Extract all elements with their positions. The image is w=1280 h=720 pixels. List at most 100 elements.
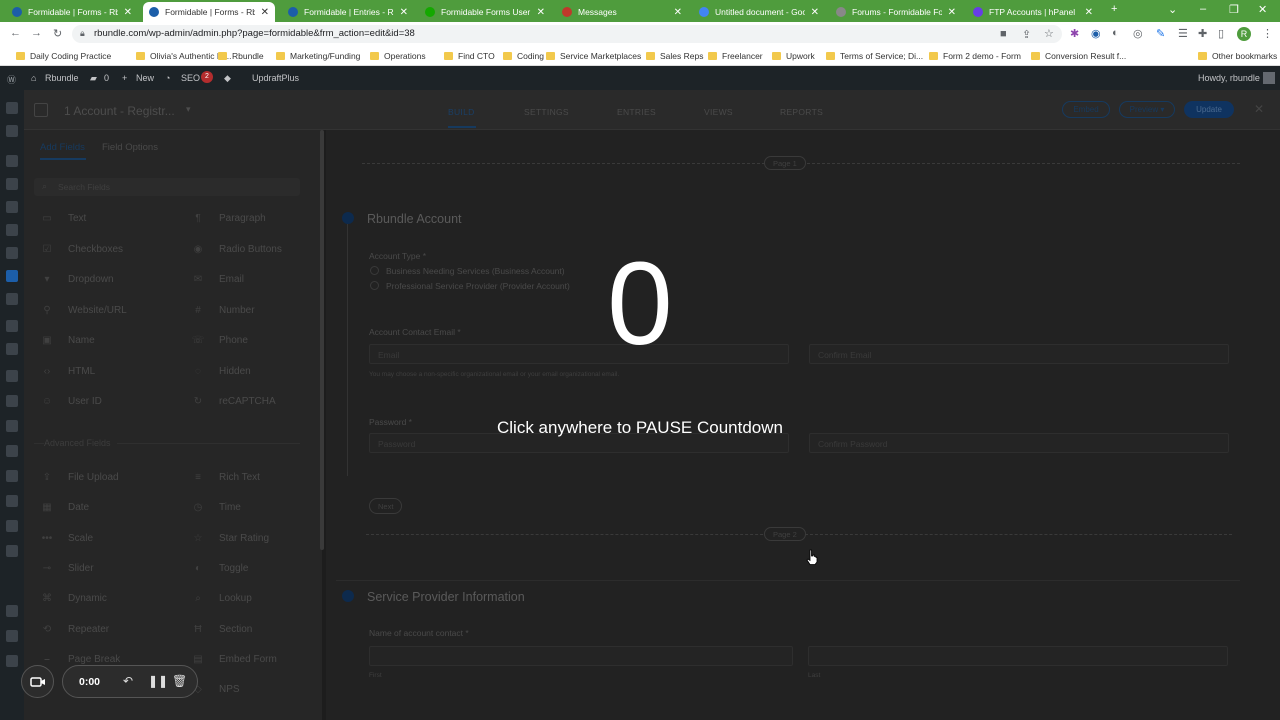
tools-icon[interactable] [6,395,18,407]
field-type-nps[interactable]: ◇ NPS [191,684,239,695]
field-type-dropdown[interactable]: ▾ Dropdown [40,274,113,285]
section-title-service-provider[interactable]: Service Provider Information [367,590,525,604]
pages-icon[interactable] [6,201,18,213]
views-menu-icon[interactable] [6,293,18,305]
field-type-number[interactable]: # Number [191,305,254,316]
sidepanel-icon[interactable]: ▯ [1218,27,1224,40]
tab-reports[interactable]: REPORTS [780,107,823,117]
panel-scrollbar[interactable] [320,130,324,550]
field-type-rich-text[interactable]: ≡ Rich Text [191,472,260,483]
menu-icon[interactable] [6,605,18,617]
menu-icon[interactable] [6,520,18,532]
browser-tab[interactable]: Formidable Forms User Re ✕ [419,2,551,22]
field-type-email[interactable]: ✉ Email [191,274,244,285]
field-type-repeater[interactable]: ⟲ Repeater [40,624,109,635]
page-1-pill[interactable]: Page 1 [764,156,806,170]
wordpress-logo-icon[interactable]: Ⓦ [7,73,16,86]
close-tab-icon[interactable]: ✕ [124,7,132,18]
tab-settings[interactable]: SETTINGS [524,107,569,117]
bookmark-item[interactable]: Rbundle [218,51,264,61]
browser-tab[interactable]: Untitled document - Goog ✕ [693,2,825,22]
extension-icon[interactable]: ☰ [1178,27,1188,40]
camera-toggle-button[interactable] [21,665,54,698]
profile-avatar[interactable]: R [1237,27,1251,41]
bookmark-item[interactable]: Sales Reps [646,51,703,61]
restore-icon[interactable]: ❐ [1229,3,1239,16]
page-2-pill[interactable]: Page 2 [764,527,806,541]
form-title[interactable]: 1 Account - Registr... [64,104,175,118]
tab-entries[interactable]: ENTRIES [617,107,656,117]
tab-views[interactable]: VIEWS [704,107,733,117]
plugins-icon[interactable] [6,343,18,355]
field-type-scale[interactable]: ••• Scale [40,533,93,544]
browser-tab[interactable]: Formidable | Entries - Rbu ✕ [282,2,414,22]
field-type-website-url[interactable]: ⚲ Website/URL [40,305,126,316]
menu-icon[interactable] [6,495,18,507]
feedback-icon[interactable] [6,247,18,259]
confirm-email-field[interactable]: Confirm Email [809,344,1229,364]
close-tab-icon[interactable]: ✕ [1085,7,1093,18]
trash-icon[interactable]: 🗑︎ [172,674,187,688]
updraftplus-link[interactable]: UpdraftPlus [252,73,299,83]
field-type-lookup[interactable]: ⌕ Lookup [191,593,252,604]
comments-icon[interactable]: ▰ [90,73,97,84]
tab-search-icon[interactable]: ⌄ [1168,3,1177,16]
field-type-file-upload[interactable]: ⇪ File Upload [40,472,119,483]
bookmark-item[interactable]: Freelancer [708,51,763,61]
bookmark-item[interactable]: Operations [370,51,426,61]
users-icon[interactable] [6,370,18,382]
field-type-paragraph[interactable]: ¶ Paragraph [191,213,265,224]
bookmark-item[interactable]: Form 2 demo - Form [929,51,1021,61]
extension-icon[interactable]: ✱ [1070,27,1079,40]
new-content-link[interactable]: New [136,73,154,83]
menu-icon[interactable]: ⋮ [1262,27,1273,40]
radio-business[interactable] [370,266,379,275]
menu-icon[interactable] [6,470,18,482]
field-type-checkboxes[interactable]: ☑ Checkboxes [40,244,124,255]
field-type-html[interactable]: ‹› HTML [40,366,96,377]
browser-tab[interactable]: Formidable | Forms - Rbun ✕ [143,2,275,22]
reload-icon[interactable]: ↻ [53,27,62,40]
extension-icon[interactable]: ✎ [1156,27,1165,40]
section-title-rbundle-account[interactable]: Rbundle Account [367,212,462,226]
field-type-time[interactable]: ◷ Time [191,502,241,513]
close-tab-icon[interactable]: ✕ [400,7,408,18]
field-type-star-rating[interactable]: ☆ Star Rating [191,533,270,544]
site-name-link[interactable]: Rbundle [45,73,79,83]
puzzle-icon[interactable]: ✚ [1198,27,1207,40]
seo-menu-icon[interactable] [6,125,18,137]
browser-tab[interactable]: FTP Accounts | hPanel ✕ [967,2,1099,22]
undo-icon[interactable]: ↶ [123,674,133,688]
updraft-menu-icon[interactable] [6,445,18,457]
bookmark-item[interactable]: Terms of Service; Di... [826,51,923,61]
appearance-icon[interactable] [6,320,18,332]
last-name-field[interactable] [808,646,1228,666]
next-button[interactable]: Next [369,498,403,514]
embed-button[interactable]: Embed [1062,101,1110,118]
field-type-toggle[interactable]: ◐ Toggle [191,563,249,574]
media-icon[interactable] [6,178,18,190]
comments-menu-icon[interactable] [6,224,18,236]
field-type-dynamic[interactable]: ⌘ Dynamic [40,593,107,604]
field-type-text[interactable]: ▭ Text [40,213,86,224]
radio-business-label[interactable]: Business Needing Services (Business Acco… [386,266,565,276]
field-type-radio-buttons[interactable]: ◉ Radio Buttons [191,244,282,255]
bookmark-item[interactable]: Conversion Result f... [1031,51,1126,61]
bookmark-item[interactable]: Daily Coding Practice [16,51,111,61]
extension-icon[interactable]: ◉ [1091,27,1101,40]
field-type-phone[interactable]: ☏ Phone [191,335,248,346]
bookmark-item[interactable]: Coding [503,51,544,61]
field-type-slider[interactable]: ⊸ Slider [40,563,94,574]
bookmark-star-icon[interactable]: ☆ [1044,27,1054,40]
browser-tab[interactable]: Messages ✕ [556,2,688,22]
menu-icon[interactable] [6,630,18,642]
seo-link[interactable]: SEO [181,73,200,83]
bookmark-item[interactable]: Other bookmarks [1198,51,1277,61]
new-tab-button[interactable]: + [1111,3,1117,15]
menu-icon[interactable] [6,545,18,557]
settings-icon[interactable] [6,420,18,432]
field-type-recaptcha[interactable]: ↻ reCAPTCHA [191,396,276,407]
first-name-field[interactable] [369,646,793,666]
countdown-number[interactable]: 0 [540,245,740,363]
radio-provider[interactable] [370,281,379,290]
